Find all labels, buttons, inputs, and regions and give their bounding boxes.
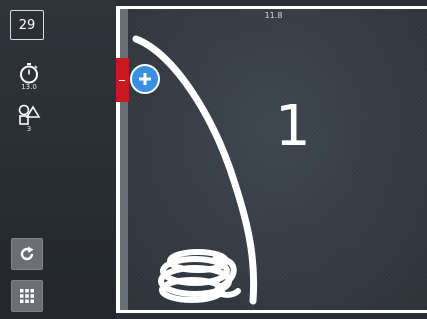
- timer-value: 13.0: [21, 83, 37, 91]
- sidebar: 29 13.0 3: [0, 0, 116, 319]
- shapes-value: 3: [26, 125, 32, 133]
- restart-button[interactable]: [11, 238, 43, 270]
- drawn-scribble-stroke: [158, 249, 241, 303]
- level-number: 29: [18, 17, 36, 33]
- red-tab-marker: [119, 80, 125, 81]
- left-edge-bar: [120, 9, 128, 310]
- shapes-icon: [18, 104, 41, 125]
- red-side-tab[interactable]: [116, 58, 129, 102]
- drawn-strokes: [132, 35, 258, 305]
- plus-icon: [139, 73, 151, 85]
- timer-stat: 13.0: [14, 62, 44, 91]
- grid-menu-icon: [20, 289, 34, 303]
- restart-icon: [20, 246, 34, 261]
- add-button[interactable]: [130, 64, 160, 94]
- shapes-stat: 3: [14, 104, 44, 133]
- drawing-canvas[interactable]: 11.8 1: [120, 9, 427, 310]
- level-badge: 29: [10, 10, 44, 40]
- menu-button[interactable]: [11, 280, 43, 312]
- stopwatch-icon: [20, 63, 38, 84]
- drawing-board[interactable]: 11.8 1: [116, 6, 427, 313]
